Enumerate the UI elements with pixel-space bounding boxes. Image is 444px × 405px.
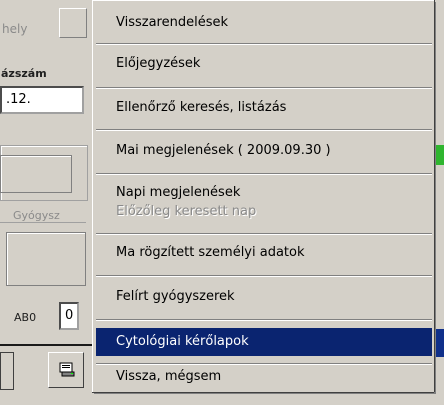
menu-item-elojegyzesek[interactable]: Előjegyzések <box>96 50 432 78</box>
menu-item-visszarendelesek[interactable]: Visszarendelések <box>96 9 432 37</box>
menu-item-mai-megjelenesek[interactable]: Mai megjelenések ( 2009.09.30 ) <box>96 137 432 165</box>
menu-separator <box>96 275 432 277</box>
hely-field[interactable] <box>59 8 87 38</box>
menu-separator <box>96 43 432 45</box>
toolbar-button-print[interactable] <box>48 352 84 388</box>
status-indicator <box>434 145 444 165</box>
menu-item-cytologiai-kerolapok[interactable]: Cytológiai kérőlapok <box>96 328 432 356</box>
menu-separator <box>96 129 432 131</box>
menu-separator <box>96 87 432 89</box>
menu-item-vissza-megsem[interactable]: Vissza, mégsem <box>96 363 432 391</box>
ab0-label: AB0 <box>14 311 37 324</box>
date-input[interactable]: .12. <box>0 86 84 114</box>
toolbar-button-left[interactable] <box>0 352 14 390</box>
hely-label: hely <box>2 22 28 36</box>
menu-separator <box>96 319 432 321</box>
hazszam-label: ázszám <box>1 67 47 80</box>
gyogyszer-label: Gyógysz <box>13 209 60 222</box>
menu-separator <box>96 233 432 235</box>
popup-menu: Visszarendelések Előjegyzések Ellenőrző … <box>92 0 434 392</box>
menu-item-elozoleg-keresett-nap: Előzőleg keresett nap <box>116 204 257 219</box>
date-value: .12. <box>6 92 31 107</box>
ab0-input[interactable]: 0 <box>59 302 79 330</box>
gyogyszer-field[interactable] <box>6 232 86 286</box>
menu-item-ma-rogzitett[interactable]: Ma rögzített személyi adatok <box>96 239 432 267</box>
menu-item-felirt-gyogyszerek[interactable]: Felírt gyógyszerek <box>96 283 432 311</box>
menu-item-ellenorzo-kereses[interactable]: Ellenőrző keresés, listázás <box>96 94 432 122</box>
group-box-top-field[interactable] <box>0 155 72 193</box>
menu-separator <box>96 173 432 175</box>
printer-icon <box>59 362 75 377</box>
ab0-value: 0 <box>65 308 74 323</box>
